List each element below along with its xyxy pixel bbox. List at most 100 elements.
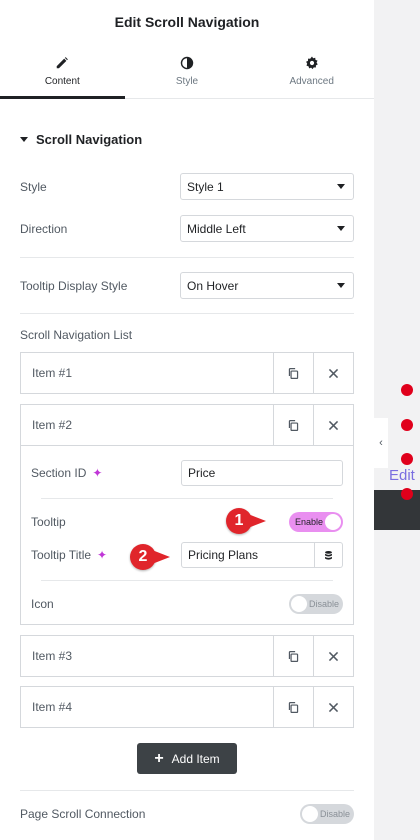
scroll-nav-dot[interactable] bbox=[401, 488, 413, 500]
annotation-badge-1: 1 bbox=[226, 508, 266, 534]
tooltip-toggle-text: Enable bbox=[295, 517, 324, 527]
page-scroll-label: Page Scroll Connection bbox=[20, 807, 146, 821]
editor-panel: Edit Scroll Navigation Content Style Adv… bbox=[0, 0, 374, 840]
chevron-down-icon bbox=[337, 184, 345, 189]
section-id-control: Section ID ✦ Price bbox=[31, 460, 343, 486]
copy-icon bbox=[288, 650, 299, 662]
item-2-settings: Section ID ✦ Price Tooltip Enable Toolti… bbox=[20, 446, 354, 625]
edit-link[interactable]: Edit bbox=[389, 467, 415, 484]
icon-toggle[interactable]: Disable bbox=[289, 594, 343, 614]
item-title: Item #1 bbox=[32, 366, 73, 380]
pencil-icon bbox=[57, 56, 69, 68]
divider bbox=[41, 580, 333, 581]
tab-advanced-label: Advanced bbox=[289, 75, 334, 87]
remove-button[interactable] bbox=[313, 405, 353, 445]
icon-label: Icon bbox=[31, 597, 54, 611]
chevron-down-icon bbox=[337, 283, 345, 288]
copy-icon bbox=[288, 419, 299, 431]
direction-control: Direction Middle Left bbox=[20, 215, 354, 242]
close-icon bbox=[328, 702, 339, 712]
style-label: Style bbox=[20, 179, 47, 194]
add-item-label: Add Item bbox=[171, 751, 220, 766]
scroll-nav-dot[interactable] bbox=[401, 453, 413, 465]
divider bbox=[20, 313, 354, 314]
repeater-item[interactable]: Item #3 bbox=[20, 635, 354, 677]
tooltip-display-value: On Hover bbox=[187, 278, 239, 293]
badge-number: 1 bbox=[234, 512, 244, 529]
page-scroll-toggle[interactable]: Disable bbox=[300, 804, 354, 824]
caret-down-icon bbox=[20, 136, 28, 142]
page-scroll-control: Page Scroll Connection Disable bbox=[20, 804, 354, 824]
scroll-nav-dot[interactable] bbox=[401, 384, 413, 396]
section-id-value: Price bbox=[188, 466, 216, 480]
tooltip-display-control: Tooltip Display Style On Hover bbox=[20, 272, 354, 299]
duplicate-button[interactable] bbox=[273, 353, 313, 393]
tab-style-label: Style bbox=[175, 75, 199, 87]
section-title: Scroll Navigation bbox=[36, 131, 143, 147]
tooltip-title-input[interactable]: Pricing Plans bbox=[181, 542, 315, 568]
ai-sparkle-icon[interactable]: ✦ bbox=[97, 548, 107, 562]
divider bbox=[20, 790, 354, 791]
scroll-nav-dot[interactable] bbox=[401, 419, 413, 431]
collapse-panel-button[interactable]: ‹ bbox=[374, 418, 388, 468]
duplicate-button[interactable] bbox=[273, 636, 313, 676]
section-id-label: Section ID ✦ bbox=[31, 466, 102, 480]
tooltip-toggle[interactable]: Enable bbox=[289, 512, 343, 532]
section-id-text: Section ID bbox=[31, 466, 87, 480]
list-heading: Scroll Navigation List bbox=[20, 328, 354, 342]
database-icon bbox=[325, 550, 332, 560]
tooltip-title-value: Pricing Plans bbox=[188, 548, 259, 562]
item-title: Item #4 bbox=[32, 700, 73, 714]
duplicate-button[interactable] bbox=[273, 405, 313, 445]
tooltip-label: Tooltip bbox=[31, 515, 66, 529]
copy-icon bbox=[288, 367, 299, 379]
list-label: Scroll Navigation List bbox=[20, 328, 133, 342]
style-select[interactable]: Style 1 bbox=[180, 173, 354, 200]
plus-icon: + bbox=[154, 749, 164, 767]
tab-advanced[interactable]: Advanced bbox=[249, 44, 374, 98]
chevron-left-icon: ‹ bbox=[379, 437, 383, 449]
section-id-input[interactable]: Price bbox=[181, 460, 343, 486]
divider bbox=[20, 257, 354, 258]
chevron-down-icon bbox=[337, 226, 345, 231]
repeater-item[interactable]: Item #4 bbox=[20, 686, 354, 728]
close-icon bbox=[328, 651, 339, 661]
preview-dark-block bbox=[374, 490, 420, 530]
direction-select[interactable]: Middle Left bbox=[180, 215, 354, 242]
gear-icon bbox=[305, 55, 318, 69]
annotation-badge-2: 2 bbox=[130, 544, 170, 570]
tab-bar: Content Style Advanced bbox=[0, 44, 374, 99]
icon-toggle-text: Disable bbox=[308, 599, 339, 609]
tooltip-title-control: Tooltip Title ✦ Pricing Plans bbox=[31, 542, 343, 568]
divider bbox=[41, 498, 333, 499]
style-value: Style 1 bbox=[187, 179, 224, 194]
remove-button[interactable] bbox=[313, 636, 353, 676]
panel-header: Edit Scroll Navigation bbox=[0, 0, 374, 44]
repeater-item[interactable]: Item #2 bbox=[20, 404, 354, 446]
item-title: Item #2 bbox=[32, 418, 73, 432]
direction-value: Middle Left bbox=[187, 221, 246, 236]
panel-title: Edit Scroll Navigation bbox=[114, 14, 260, 30]
half-circle-icon bbox=[180, 56, 194, 69]
close-icon bbox=[328, 420, 339, 430]
close-icon bbox=[328, 368, 339, 378]
dynamic-tags-button[interactable] bbox=[315, 542, 343, 568]
remove-button[interactable] bbox=[313, 353, 353, 393]
tooltip-title-group: Pricing Plans bbox=[181, 542, 343, 568]
section-toggle[interactable]: Scroll Navigation bbox=[0, 99, 374, 179]
tooltip-title-text: Tooltip Title bbox=[31, 548, 92, 562]
item-title: Item #3 bbox=[32, 649, 73, 663]
tooltip-control: Tooltip Enable bbox=[31, 512, 343, 532]
repeater-item[interactable]: Item #1 bbox=[20, 352, 354, 394]
add-item-button[interactable]: + Add Item bbox=[137, 743, 237, 774]
copy-icon bbox=[288, 701, 299, 713]
duplicate-button[interactable] bbox=[273, 687, 313, 727]
tooltip-display-select[interactable]: On Hover bbox=[180, 272, 354, 299]
tooltip-title-label: Tooltip Title ✦ bbox=[31, 548, 107, 562]
tab-style[interactable]: Style bbox=[125, 44, 250, 98]
tab-content[interactable]: Content bbox=[0, 44, 125, 99]
tab-content-label: Content bbox=[44, 75, 80, 87]
ai-sparkle-icon[interactable]: ✦ bbox=[92, 466, 102, 480]
remove-button[interactable] bbox=[313, 687, 353, 727]
page-preview: ‹ Edit bbox=[374, 0, 420, 840]
